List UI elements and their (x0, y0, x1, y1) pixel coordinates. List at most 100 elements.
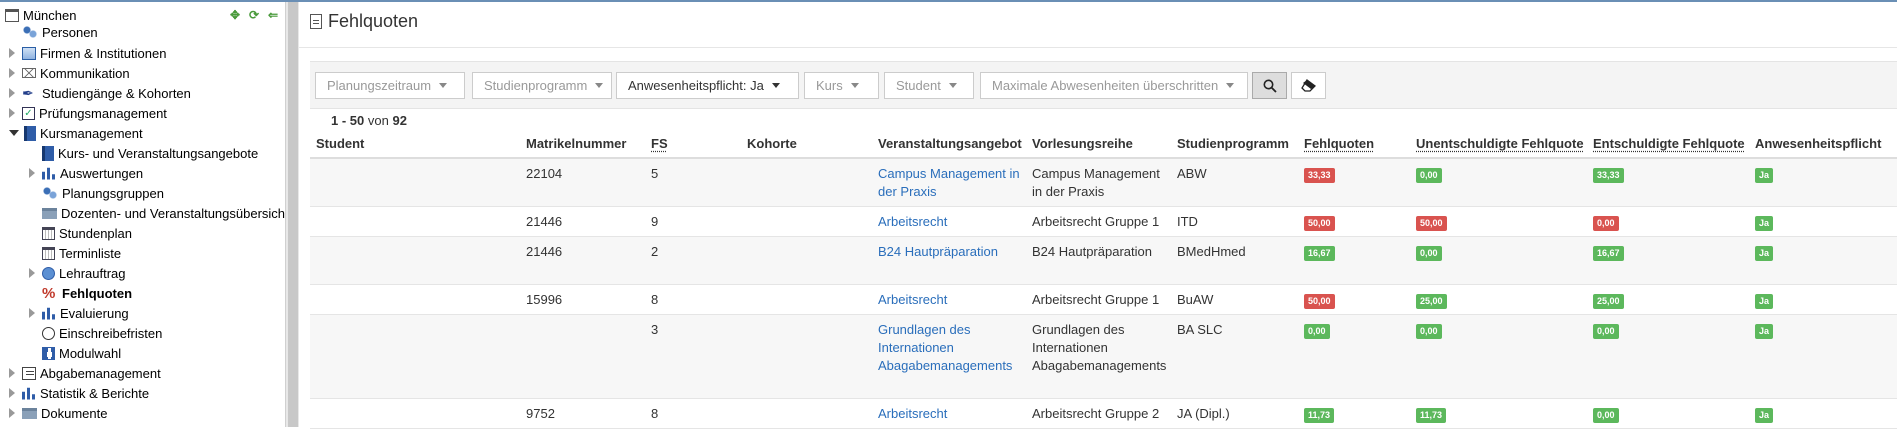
sidebar-item-kursangebote[interactable]: Kurs- und Veranstaltungsangebote (42, 143, 258, 163)
sidebar-item-fehlquoten[interactable]: % Fehlquoten (42, 283, 132, 303)
anwesenheitspflicht-badge: Ja (1755, 246, 1774, 261)
sidebar-item-evaluierung[interactable]: Evaluierung (29, 303, 129, 323)
table-row[interactable]: 21446 2 B24 Hautpräparation B24 Hautpräpara… (310, 237, 1897, 285)
anwesenheitspflicht-badge: Ja (1755, 216, 1774, 231)
result-total: 92 (392, 113, 407, 128)
sidebar-item-firmen[interactable]: Firmen & Institutionen (9, 43, 166, 63)
cell-veranstaltungsangebot[interactable]: Grundlagen des Internationen Abagabemana… (878, 321, 1028, 375)
cell-veranstaltungsangebot[interactable]: B24 Hautpräparation (878, 243, 1028, 261)
sidebar-item-dozentenuebersicht[interactable]: Dozenten- und Veranstaltungsübersicht (42, 203, 285, 223)
filter-kurs[interactable]: Kurs (804, 72, 879, 99)
sidebar-item-stundenplan[interactable]: Stundenplan (42, 223, 132, 243)
col-vorlesungsreihe: Vorlesungsreihe (1032, 136, 1133, 151)
fehlquote-badge: 16,67 (1304, 246, 1335, 261)
col-student: Student (316, 136, 365, 151)
anwesenheitspflicht-badge: Ja (1755, 168, 1774, 183)
checklist-icon: ✓ (22, 106, 35, 120)
course-link[interactable]: B24 Hautpräparation (878, 244, 998, 259)
cell-matrikelnummer: 21446 (526, 244, 563, 259)
table-row[interactable]: 9752 8 Arbeitsrecht Arbeitsrecht Gruppe 2 JA… (310, 399, 1897, 429)
clear-filters-button[interactable] (1291, 72, 1326, 99)
table-row[interactable]: 21446 9 Arbeitsrecht Arbeitsrecht Gruppe 1 I… (310, 207, 1897, 237)
table-row[interactable]: 15996 8 Arbeitsrecht Arbeitsrecht Gruppe 1 B… (310, 285, 1897, 315)
sidebar-item-kommunikation[interactable]: Kommunikation (9, 63, 130, 83)
sidebar-item-label: Kursmanagement (40, 125, 143, 141)
cell-veranstaltungsangebot[interactable]: Arbeitsrecht (878, 291, 1028, 309)
sidebar-scroll-thumb[interactable] (288, 2, 298, 427)
book-icon (42, 145, 54, 161)
cell-vorlesungsreihe: Arbeitsrecht Gruppe 1 (1032, 214, 1160, 229)
filter-studienprogramm[interactable]: Studienprogramm (472, 72, 612, 99)
sidebar-item-abgabemanagement[interactable]: Abgabemanagement (9, 363, 161, 383)
sidebar-item-lehrauftrag[interactable]: Lehrauftrag (29, 263, 126, 283)
sidebar-item-statistik[interactable]: Statistik & Berichte (9, 383, 149, 403)
sidebar-item-personen[interactable]: Personen (9, 22, 98, 42)
divider (299, 47, 1897, 48)
chevron-down-icon (1226, 83, 1235, 88)
fehlquote-badge: 11,73 (1304, 408, 1335, 423)
expand-arrow-icon[interactable] (9, 68, 15, 78)
sidebar-item-label: Kommunikation (40, 65, 130, 81)
cell-studienprogramm: JA (Dipl.) (1177, 406, 1230, 421)
col-entschuldigte[interactable]: Entschuldigte Fehlquote (1593, 136, 1745, 151)
table-row[interactable]: 22104 5 Campus Management in der Praxis Cam… (310, 159, 1897, 207)
filter-max-abwesenheiten[interactable]: Maximale Abwesenheiten überschritten (980, 72, 1248, 99)
col-fehlquoten[interactable]: Fehlquoten (1304, 136, 1374, 151)
collapse-arrow-icon[interactable] (9, 130, 19, 136)
collapse-all-icon[interactable]: ✥ (228, 9, 242, 21)
sidebar-tools: ✥ ⟳ ⇐ (228, 9, 280, 21)
back-arrow-icon[interactable]: ⇐ (266, 9, 280, 21)
filter-student[interactable]: Student (884, 72, 974, 99)
expand-arrow-icon[interactable] (9, 88, 15, 98)
cell-fs: 8 (651, 292, 659, 307)
filter-label: Planungszeitraum (327, 78, 432, 93)
sidebar-item-label: Kurs- und Veranstaltungsangebote (58, 145, 259, 161)
search-button[interactable] (1252, 72, 1287, 99)
filter-label: Studienprogramm (484, 78, 588, 93)
sidebar-item-pruefungsmanagement[interactable]: ✓ Prüfungsmanagement (9, 103, 167, 123)
result-range: 1 - 50 (331, 113, 365, 128)
filter-planungszeitraum[interactable]: Planungszeitraum (315, 72, 465, 99)
feather-icon: ✒ (22, 84, 34, 101)
sidebar-item-label: Statistik & Berichte (40, 385, 150, 401)
col-unentschuldigte[interactable]: Unentschuldigte Fehlquote (1416, 136, 1584, 151)
course-link[interactable]: Arbeitsrecht (878, 214, 947, 229)
course-link[interactable]: Arbeitsrecht (878, 292, 947, 307)
group-icon (42, 185, 58, 201)
sidebar-item-dokumente[interactable]: Dokumente (9, 403, 107, 423)
filter-anwesenheitspflicht[interactable]: Anwesenheitspflicht: Ja (616, 72, 799, 99)
expand-arrow-icon[interactable] (9, 48, 15, 58)
course-link[interactable]: Arbeitsrecht (878, 406, 947, 421)
sidebar-item-label: Evaluierung (60, 305, 129, 321)
sidebar-item-studiengaenge[interactable]: ✒ Studiengänge & Kohorten (9, 83, 191, 103)
filter-label: Kurs (816, 78, 843, 93)
cell-veranstaltungsangebot[interactable]: Arbeitsrecht (878, 213, 1028, 231)
course-link[interactable]: Grundlagen des Internationen Abagabemana… (878, 322, 1012, 373)
sidebar-item-terminliste[interactable]: Terminliste (42, 243, 121, 263)
sidebar-item-einschreibefristen[interactable]: Einschreibefristen (42, 323, 162, 343)
cell-veranstaltungsangebot[interactable]: Arbeitsrecht (878, 405, 1028, 423)
col-fs[interactable]: FS (651, 136, 668, 151)
expand-arrow-icon[interactable] (9, 108, 15, 118)
cell-studienprogramm: BMedHmed (1177, 244, 1246, 259)
table-row[interactable]: 3 Grundlagen des Internationen Abagabeman… (310, 315, 1897, 399)
sidebar-item-modulwahl[interactable]: Modulwahl (42, 343, 121, 363)
sidebar-item-planungsgruppen[interactable]: Planungsgruppen (42, 183, 164, 203)
course-link[interactable]: Campus Management in der Praxis (878, 166, 1020, 199)
expand-arrow-icon[interactable] (29, 268, 35, 278)
sidebar-tree: München ✥ ⟳ ⇐ Personen Firmen & Institut… (0, 2, 285, 427)
expand-arrow-icon[interactable] (29, 308, 35, 318)
expand-arrow-icon[interactable] (29, 168, 35, 178)
expand-arrow-icon[interactable] (9, 388, 15, 398)
cell-vorlesungsreihe: B24 Hautpräparation (1032, 244, 1152, 259)
expand-arrow-icon[interactable] (9, 368, 15, 378)
cell-veranstaltungsangebot[interactable]: Campus Management in der Praxis (878, 165, 1028, 201)
sidebar-item-label: Personen (42, 24, 98, 40)
sidebar-item-kursmanagement[interactable]: Kursmanagement (9, 123, 143, 143)
refresh-icon[interactable]: ⟳ (247, 9, 261, 21)
expand-arrow-icon[interactable] (9, 408, 15, 418)
folder-icon (22, 407, 37, 419)
sidebar-item-auswertungen[interactable]: Auswertungen (29, 163, 143, 183)
fehlquote-badge: 0,00 (1304, 324, 1330, 339)
sidebar-item-label: Fehlquoten (62, 285, 133, 301)
